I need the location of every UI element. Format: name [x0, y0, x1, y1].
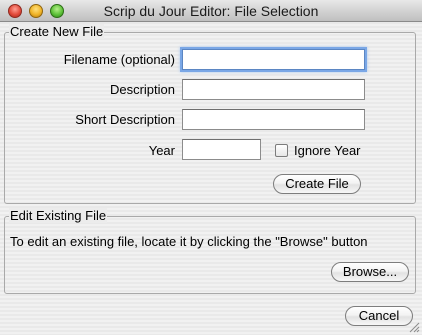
- create-file-button[interactable]: Create File: [273, 174, 361, 194]
- year-input[interactable]: [182, 139, 261, 160]
- window-title: Scrip du Jour Editor: File Selection: [103, 3, 319, 19]
- description-input[interactable]: [182, 79, 365, 100]
- short-description-input[interactable]: [182, 109, 365, 130]
- edit-existing-file-legend: Edit Existing File: [9, 208, 108, 223]
- filename-label: Filename (optional): [63, 52, 175, 67]
- short-description-label: Short Description: [75, 112, 175, 127]
- edit-instructions-text: To edit an existing file, locate it by c…: [10, 234, 368, 249]
- title-bar[interactable]: Scrip du Jour Editor: File Selection: [0, 0, 422, 22]
- ignore-year-checkbox[interactable]: [275, 144, 288, 157]
- cancel-button[interactable]: Cancel: [345, 306, 413, 326]
- filename-input[interactable]: [182, 49, 365, 70]
- ignore-year-label: Ignore Year: [294, 143, 361, 158]
- year-label: Year: [148, 143, 175, 158]
- description-label: Description: [109, 82, 175, 97]
- resize-grip-icon[interactable]: [408, 321, 420, 333]
- edit-existing-file-group: [4, 216, 416, 294]
- file-selection-window: Scrip du Jour Editor: File Selection Cre…: [0, 0, 422, 335]
- create-new-file-legend: Create New File: [9, 24, 105, 39]
- browse-button[interactable]: Browse...: [331, 262, 409, 282]
